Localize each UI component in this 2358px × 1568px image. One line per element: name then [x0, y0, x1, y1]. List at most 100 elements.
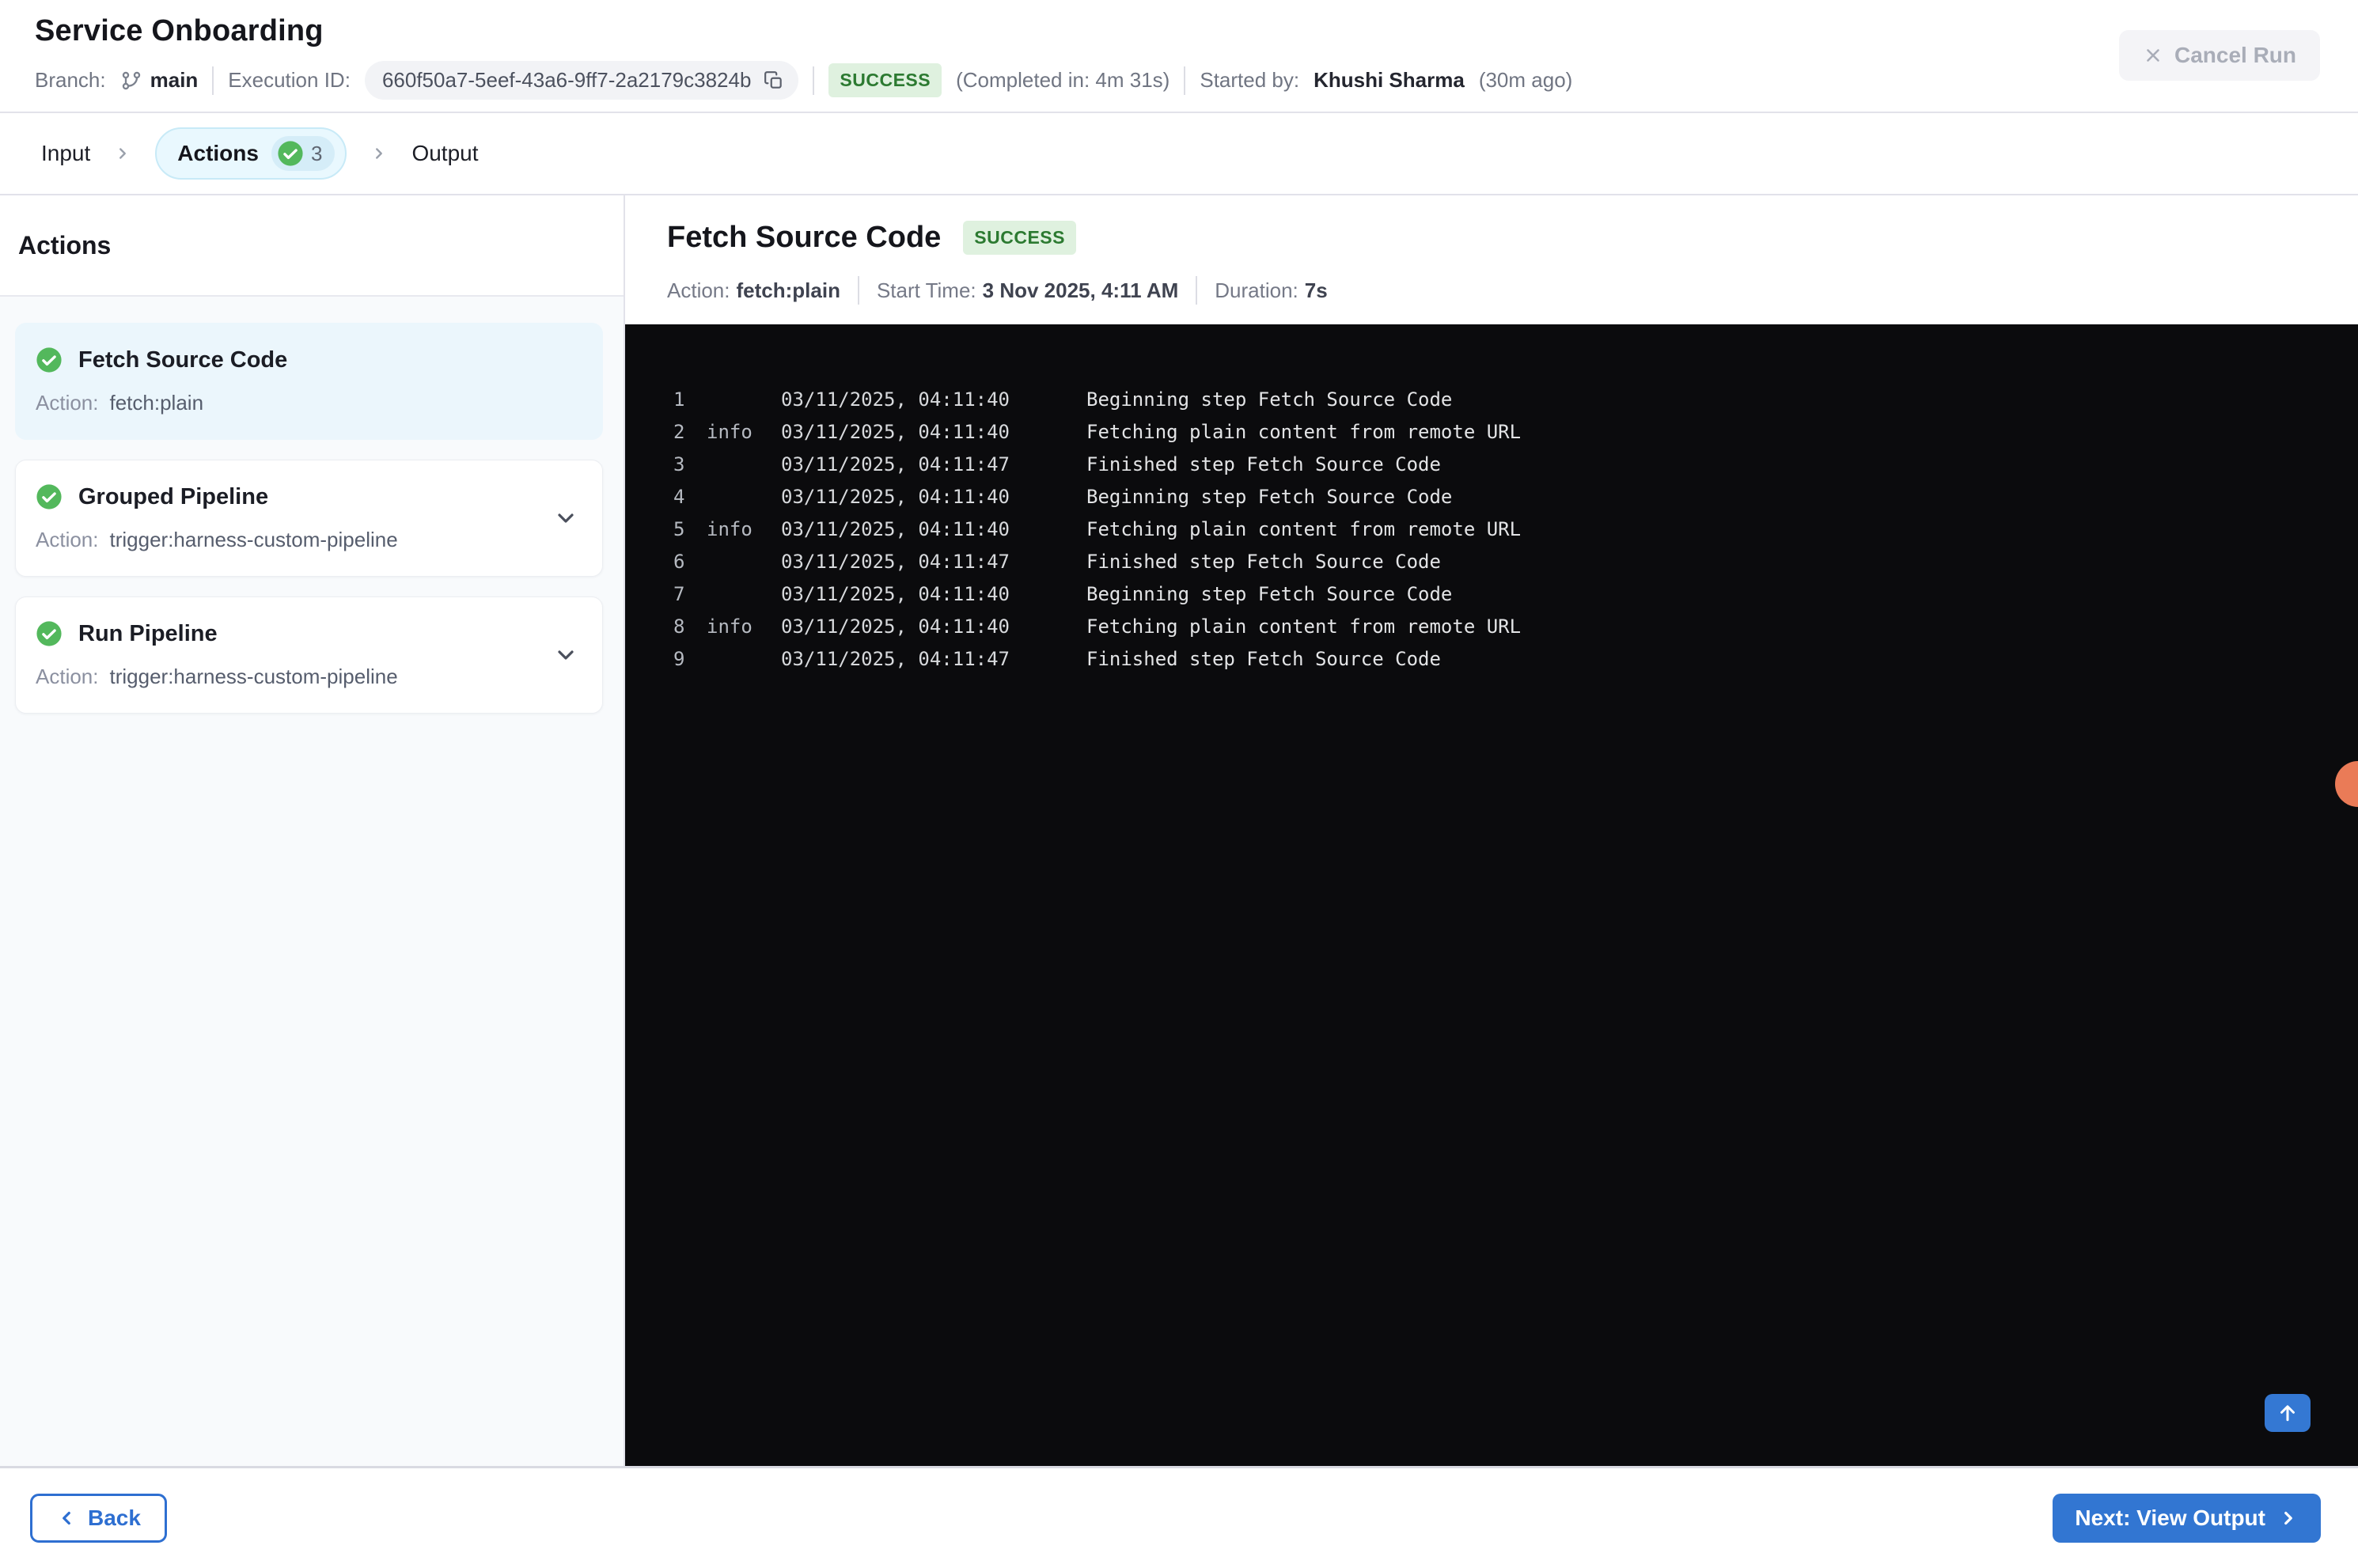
log-line-number: 5: [673, 517, 685, 540]
chevron-right-icon: [2278, 1508, 2299, 1528]
divider: [1196, 276, 1198, 305]
cancel-run-label: Cancel Run: [2174, 43, 2296, 67]
log-line: 2 info 03/11/2025, 04:11:40 Fetching plain …: [625, 415, 2358, 448]
meta-item: Action: fetch:plain: [667, 278, 840, 303]
log-line: 5 info 03/11/2025, 04:11:40 Fetching plain …: [625, 513, 2358, 545]
execution-meta-row: Branch: main Execution ID: 660f50a7-5eef…: [35, 61, 2322, 100]
action-value: trigger:harness-custom-pipeline: [109, 665, 398, 688]
log-timestamp: 03/11/2025, 04:11:47: [781, 647, 1010, 670]
log-timestamp: 03/11/2025, 04:11:47: [781, 550, 1010, 573]
log-message: Beginning step Fetch Source Code: [1086, 582, 1453, 605]
started-by-name: Khushi Sharma: [1314, 68, 1465, 92]
log-line: 3 03/11/2025, 04:11:47 Finished step Fetch…: [625, 448, 2358, 480]
tab-output[interactable]: Output: [411, 141, 478, 166]
log-message: Fetching plain content from remote URL: [1086, 517, 1522, 540]
sidebar-heading: Actions: [0, 195, 624, 297]
divider: [212, 66, 214, 95]
content-area: Actions Fetch Source Code Action: fetch:p…: [0, 195, 2358, 1468]
next-button-label: Next: View Output: [2075, 1506, 2265, 1530]
chevron-right-icon: [114, 145, 131, 162]
page-header: Service Onboarding Branch: main Executio…: [0, 0, 2358, 113]
action-card-grouped-pipeline[interactable]: Grouped Pipeline Action: trigger:harness-…: [15, 460, 603, 577]
log-line-number: 4: [673, 485, 685, 508]
meta-value: 3 Nov 2025, 4:11 AM: [982, 278, 1179, 302]
log-line-number: 2: [673, 420, 685, 443]
meta-value: fetch:plain: [736, 278, 840, 302]
log-timestamp: 03/11/2025, 04:11:40: [781, 582, 1010, 605]
chevron-left-icon: [56, 1508, 77, 1528]
tab-actions[interactable]: Actions 3: [155, 127, 347, 180]
card-title-row: Fetch Source Code: [36, 347, 578, 373]
log-message: Beginning step Fetch Source Code: [1086, 388, 1453, 411]
action-value: trigger:harness-custom-pipeline: [109, 528, 398, 551]
log-timestamp: 03/11/2025, 04:11:40: [781, 517, 1010, 540]
stepper-tabs: Input Actions 3 Output: [0, 113, 2358, 195]
log-line: 8 info 03/11/2025, 04:11:40 Fetching plain …: [625, 610, 2358, 642]
log-line: 1 03/11/2025, 04:11:40 Beginning step Fetc…: [625, 383, 2358, 415]
divider: [857, 276, 859, 305]
branch-name: main: [150, 68, 199, 92]
execution-id-pill[interactable]: 660f50a7-5eef-43a6-9ff7-2a2179c3824b: [364, 61, 799, 100]
action-label: Action:: [36, 528, 99, 551]
action-card-meta: Action: fetch:plain: [36, 391, 578, 415]
log-message: Finished step Fetch Source Code: [1086, 453, 1441, 475]
meta-label: Start Time:: [876, 278, 976, 302]
log-timestamp: 03/11/2025, 04:11:40: [781, 615, 1010, 638]
execution-id-value: 660f50a7-5eef-43a6-9ff7-2a2179c3824b: [381, 68, 752, 92]
log-line-number: 6: [673, 550, 685, 573]
execution-id-label: Execution ID:: [228, 68, 351, 92]
action-card-run-pipeline[interactable]: Run Pipeline Action: trigger:harness-cust…: [15, 597, 603, 714]
detail-title-row: Fetch Source Code SUCCESS: [667, 221, 2322, 255]
back-button[interactable]: Back: [30, 1494, 167, 1543]
meta-value: 7s: [1304, 278, 1328, 302]
status-badge: SUCCESS: [828, 63, 942, 97]
log-line-number: 1: [673, 388, 685, 411]
action-detail-panel: Fetch Source Code SUCCESS Action: fetch:p…: [625, 195, 2358, 1466]
workflow-execution-page: Service Onboarding Branch: main Executio…: [0, 0, 2358, 1568]
actions-sidebar: Actions Fetch Source Code Action: fetch:p…: [0, 195, 625, 1466]
divider: [1184, 66, 1186, 95]
scroll-to-top-button[interactable]: [2265, 1394, 2311, 1432]
copy-icon[interactable]: [764, 70, 784, 91]
page-title: Service Onboarding: [35, 14, 324, 47]
action-card-title: Grouped Pipeline: [78, 483, 269, 509]
log-message: Fetching plain content from remote URL: [1086, 420, 1522, 443]
chevron-down-icon[interactable]: [553, 506, 578, 531]
log-level: info: [707, 517, 753, 540]
action-value: fetch:plain: [109, 391, 204, 415]
log-line: 7 03/11/2025, 04:11:40 Beginning step Fetc…: [625, 578, 2358, 610]
tab-input[interactable]: Input: [41, 141, 90, 166]
log-timestamp: 03/11/2025, 04:11:40: [781, 485, 1010, 508]
log-console[interactable]: 1 03/11/2025, 04:11:40 Beginning step Fetc…: [625, 324, 2358, 1466]
log-timestamp: 03/11/2025, 04:11:40: [781, 388, 1010, 411]
next-view-output-button[interactable]: Next: View Output: [2053, 1494, 2321, 1543]
check-circle-icon: [277, 140, 304, 167]
chevron-down-icon[interactable]: [553, 642, 578, 668]
cancel-run-button[interactable]: Cancel Run: [2118, 30, 2320, 81]
card-title-row: Run Pipeline: [36, 620, 578, 647]
completed-in-text: (Completed in: 4m 31s): [956, 68, 1170, 92]
action-card-title: Fetch Source Code: [78, 347, 288, 373]
footer-bar: Back Next: View Output: [0, 1468, 2358, 1568]
started-ago-text: (30m ago): [1478, 68, 1573, 92]
actions-list: Fetch Source Code Action: fetch:plain Gro…: [0, 297, 624, 1466]
log-message: Beginning step Fetch Source Code: [1086, 485, 1453, 508]
status-badge: SUCCESS: [963, 221, 1076, 255]
meta-label: Action:: [667, 278, 730, 302]
card-title-row: Grouped Pipeline: [36, 483, 578, 510]
log-message: Finished step Fetch Source Code: [1086, 647, 1441, 670]
log-level: info: [707, 615, 753, 638]
log-message: Finished step Fetch Source Code: [1086, 550, 1441, 573]
back-button-label: Back: [88, 1506, 141, 1530]
action-card-fetch-source-code[interactable]: Fetch Source Code Action: fetch:plain: [15, 323, 603, 440]
log-timestamp: 03/11/2025, 04:11:47: [781, 453, 1010, 475]
log-line-number: 8: [673, 615, 685, 638]
action-card-title: Run Pipeline: [78, 620, 218, 646]
actions-count-badge: 3: [271, 136, 336, 171]
detail-title: Fetch Source Code: [667, 221, 942, 254]
close-icon: [2143, 45, 2163, 66]
log-line: 9 03/11/2025, 04:11:47 Finished step Fetch…: [625, 642, 2358, 675]
chevron-right-icon: [370, 145, 388, 162]
tab-actions-label: Actions: [177, 141, 259, 165]
action-card-meta: Action: trigger:harness-custom-pipeline: [36, 665, 578, 689]
